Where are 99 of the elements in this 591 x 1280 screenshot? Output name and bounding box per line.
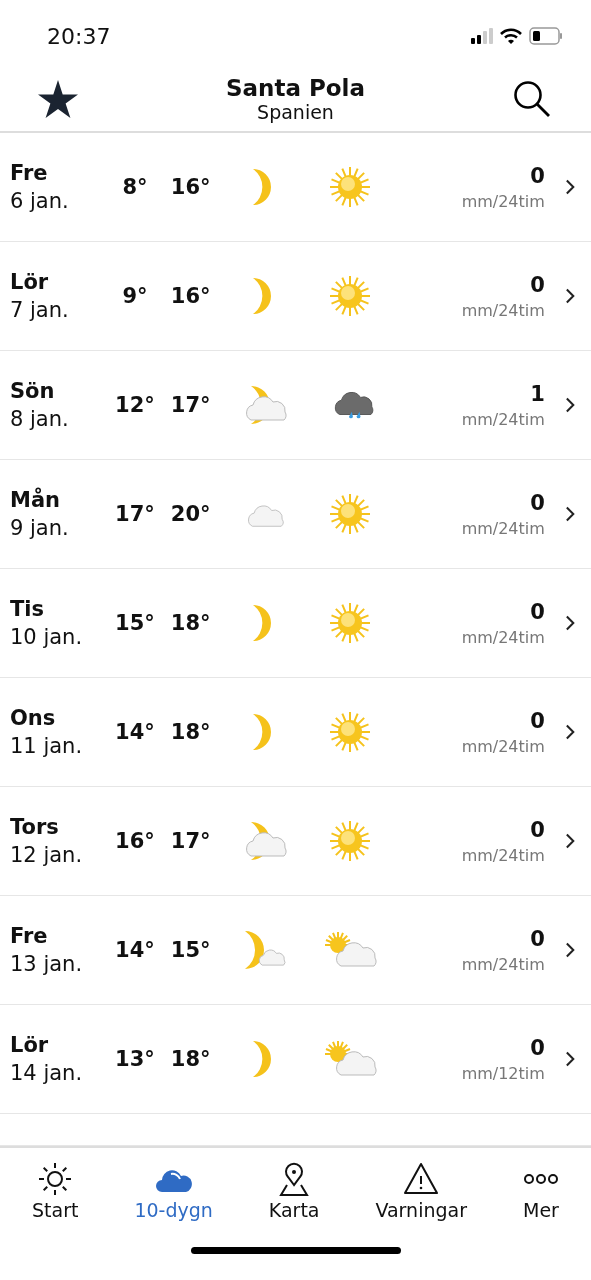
day-name: Mån <box>10 488 62 513</box>
forecast-row[interactable]: Fre 13 jan. 14° 15° 0 mm/24tim <box>0 896 591 1006</box>
chevron-right-icon <box>564 832 575 851</box>
moon-icon <box>252 277 273 316</box>
signal-icon <box>471 28 493 45</box>
precipitation-amount: 0 <box>530 1035 545 1060</box>
day-name: Ons <box>10 706 57 731</box>
day-date: 12 jan. <box>10 843 84 868</box>
sun-icon <box>37 1160 74 1197</box>
search-icon[interactable] <box>513 79 551 118</box>
location-title: Santa Pola <box>225 74 365 101</box>
forecast-row[interactable]: Sön 8 jan. 12° 17° 1 mm/24tim <box>0 351 591 461</box>
forecast-row[interactable]: Fre 6 jan. 8° 16° 0 mm/24tim <box>0 133 591 243</box>
sun-icon <box>328 493 371 536</box>
day-date: 7 jan. <box>10 298 70 323</box>
precipitation-amount: 0 <box>530 926 545 951</box>
forecast-row[interactable]: Lör 14 jan. 13° 18° 0 mm/12tim <box>0 1005 591 1115</box>
moon-icon <box>252 168 273 207</box>
precipitation-amount: 1 <box>530 381 545 406</box>
forecast-row[interactable]: Tis 10 jan. 15° 18° 0 mm/24tim <box>0 569 591 679</box>
tab-bar-item[interactable]: 10-dygn <box>130 1156 217 1225</box>
day-name: Tis <box>10 597 46 622</box>
precipitation-unit: mm/24tim <box>461 300 545 320</box>
battery-icon <box>529 27 563 46</box>
precipitation-amount: 0 <box>530 163 545 188</box>
wifi-icon <box>500 28 522 45</box>
precipitation-unit: mm/24tim <box>461 736 545 756</box>
day-name: Sön <box>10 379 56 404</box>
high-temperature: 15° <box>169 938 212 963</box>
forecast-row[interactable]: Ons 11 jan. 14° 18° 0 mm/24tim <box>0 678 591 788</box>
high-temperature: 16° <box>169 175 212 200</box>
low-temperature: 14° <box>114 938 156 963</box>
high-temperature: 16° <box>169 284 212 309</box>
chevron-right-icon <box>564 396 575 415</box>
status-time: 20:37 <box>47 23 111 49</box>
more-icon <box>522 1172 559 1185</box>
location-country: Spanien <box>257 100 334 123</box>
chevron-right-icon <box>564 614 575 633</box>
sun-icon <box>328 166 371 209</box>
precipitation-unit: mm/24tim <box>461 191 545 211</box>
warning-icon <box>403 1160 440 1197</box>
low-temperature: 17° <box>114 502 156 527</box>
day-date: 9 jan. <box>10 516 70 541</box>
low-temperature: 12° <box>114 393 156 418</box>
precipitation-amount: 0 <box>530 490 545 515</box>
low-temperature: 13° <box>114 1047 156 1072</box>
day-date: 14 jan. <box>10 1061 84 1086</box>
low-temperature: 16° <box>114 829 156 854</box>
precipitation-amount: 0 <box>530 599 545 624</box>
high-temperature: 17° <box>169 829 212 854</box>
moon-icon <box>252 1040 273 1079</box>
high-temperature: 18° <box>169 720 212 745</box>
chevron-right-icon <box>564 287 575 306</box>
low-temperature: 9° <box>121 284 149 309</box>
day-name: Lör <box>10 1033 50 1058</box>
day-name: Tors <box>10 815 60 840</box>
precipitation-amount: 0 <box>530 272 545 297</box>
sun-icon <box>328 275 371 318</box>
precipitation-amount: 0 <box>530 817 545 842</box>
chevron-right-icon <box>564 723 575 742</box>
sun-icon <box>328 711 371 754</box>
tab-bar-item[interactable]: Varningar <box>371 1156 471 1225</box>
low-temperature: 15° <box>114 611 156 636</box>
moon-icon <box>252 713 273 752</box>
sun-icon <box>328 602 371 645</box>
day-name: Fre <box>10 924 49 949</box>
precipitation-unit: mm/24tim <box>461 409 545 429</box>
chevron-right-icon <box>564 941 575 960</box>
day-date: 13 jan. <box>10 952 84 977</box>
day-name: Lör <box>10 270 50 295</box>
forecast-row[interactable]: Tors 12 jan. 16° 17° 0 mm/24tim <box>0 787 591 897</box>
high-temperature: 18° <box>169 611 212 636</box>
day-name: Fre <box>10 161 49 186</box>
day-date: 10 jan. <box>10 625 84 650</box>
precipitation-unit: mm/24tim <box>461 627 545 647</box>
precipitation-amount: 0 <box>530 708 545 733</box>
chevron-right-icon <box>564 1050 575 1069</box>
day-date: 8 jan. <box>10 407 70 432</box>
tab-bar-item[interactable]: Karta <box>264 1156 324 1225</box>
chevron-right-icon <box>564 505 575 524</box>
high-temperature: 20° <box>169 502 212 527</box>
tab-bar-item[interactable]: Start <box>28 1156 83 1225</box>
precipitation-unit: mm/24tim <box>461 845 545 865</box>
sun-icon <box>328 820 371 863</box>
low-temperature: 8° <box>121 175 149 200</box>
moon-icon <box>252 604 273 643</box>
forecast-row[interactable]: Lör 7 jan. 9° 16° 0 mm/24tim <box>0 242 591 352</box>
precipitation-unit: mm/24tim <box>461 954 545 974</box>
chevron-right-icon <box>564 178 575 197</box>
precipitation-unit: mm/24tim <box>461 518 545 538</box>
tab-bar-item[interactable]: Mer <box>518 1156 563 1225</box>
low-temperature: 14° <box>114 720 156 745</box>
favorite-star-icon[interactable] <box>38 79 78 118</box>
high-temperature: 17° <box>169 393 212 418</box>
day-date: 6 jan. <box>10 189 70 214</box>
high-temperature: 18° <box>169 1047 212 1072</box>
day-date: 11 jan. <box>10 734 84 759</box>
forecast-row[interactable]: Mån 9 jan. 17° 20° 0 mm/24tim <box>0 460 591 570</box>
precipitation-unit: mm/12tim <box>461 1063 545 1083</box>
